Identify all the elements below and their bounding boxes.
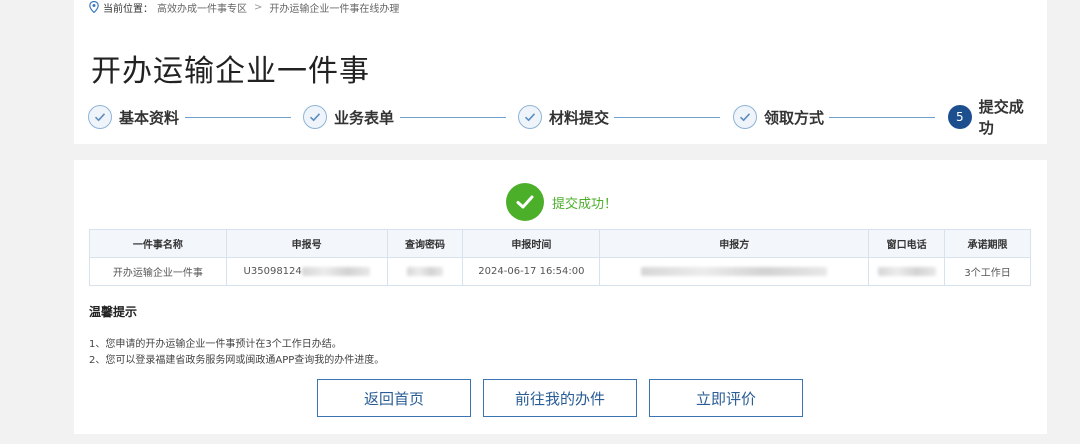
progress-steps: 基本资料 业务表单 材料提交 领取方式 5 提交成功 [88,98,1038,137]
table-header-row: 一件事名称 申报号 查询密码 申报时间 申报方 窗口电话 承诺期限 [89,229,1031,258]
redacted-blur [641,266,828,276]
cell-name: 开办运输企业一件事 [89,257,227,286]
cell-time: 2024-06-17 16:54:00 [462,257,601,286]
cell-phone [868,257,946,286]
step-label: 提交成功 [978,98,1024,137]
column-header: 申报方 [599,229,870,258]
rate-button[interactable]: 立即评价 [649,379,803,417]
redacted-blur [407,266,444,276]
table-row: 开办运输企业一件事 U35098124 2024-06-17 16:54:00 … [89,257,1031,286]
apply-no-text: U35098124 [243,266,302,277]
step-connector [829,117,935,118]
column-header: 窗口电话 [868,229,946,258]
check-icon [88,105,112,129]
breadcrumb-link-zone[interactable]: 高效办成一件事专区 [157,0,247,15]
redacted-blur [877,266,936,276]
column-header: 申报号 [225,229,388,258]
step-label: 基本资料 [119,108,180,127]
breadcrumb-current: 开办运输企业一件事在线办理 [269,3,400,15]
success-message: 提交成功！ [552,196,618,212]
success-banner: 提交成功！ [506,183,617,221]
tips-title: 温馨提示 [89,305,138,319]
step-submit-success: 5 提交成功 [948,98,1038,137]
step-label: 材料提交 [549,108,610,127]
cell-password [386,257,464,286]
location-pin-icon [89,1,99,13]
tip-item: 1、您申请的开办运输企业一件事预计在3个工作日办结。 [89,339,342,350]
column-header: 查询密码 [386,229,464,258]
step-basic-info: 基本资料 [88,104,179,130]
column-header: 承诺期限 [944,229,1031,258]
check-icon [733,105,757,129]
step-label: 领取方式 [764,108,825,127]
back-home-button[interactable]: 返回首页 [317,379,471,417]
cell-apply-no: U35098124 [225,257,388,286]
step-connector [185,117,291,118]
step-connector [400,117,506,118]
step-label: 业务表单 [334,108,395,127]
column-header: 申报时间 [462,229,601,258]
step-pickup-method: 领取方式 [733,104,824,130]
step-material-submit: 材料提交 [518,104,609,130]
step-number-badge: 5 [948,105,972,129]
check-icon [303,105,327,129]
page-title: 开办运输企业一件事 [91,54,370,89]
step-connector [614,117,720,118]
success-check-icon [506,183,544,221]
application-table: 一件事名称 申报号 查询密码 申报时间 申报方 窗口电话 承诺期限 开办运输企业… [89,229,1031,286]
tip-item: 2、您可以登录福建省政务服务网或闽政通APP查询我的办件进度。 [89,355,385,366]
column-header: 一件事名称 [89,229,227,258]
redacted-blur [301,266,370,276]
breadcrumb-separator: > [254,1,263,13]
cell-applicant [599,257,870,286]
cell-deadline: 3个工作日 [944,257,1031,286]
breadcrumb: 当前位置： 高效办成一件事专区 > 开办运输企业一件事在线办理 [89,0,400,15]
step-business-form: 业务表单 [303,104,394,130]
check-icon [518,105,542,129]
breadcrumb-label: 当前位置： [103,3,153,15]
my-items-button[interactable]: 前往我的办件 [483,379,637,417]
